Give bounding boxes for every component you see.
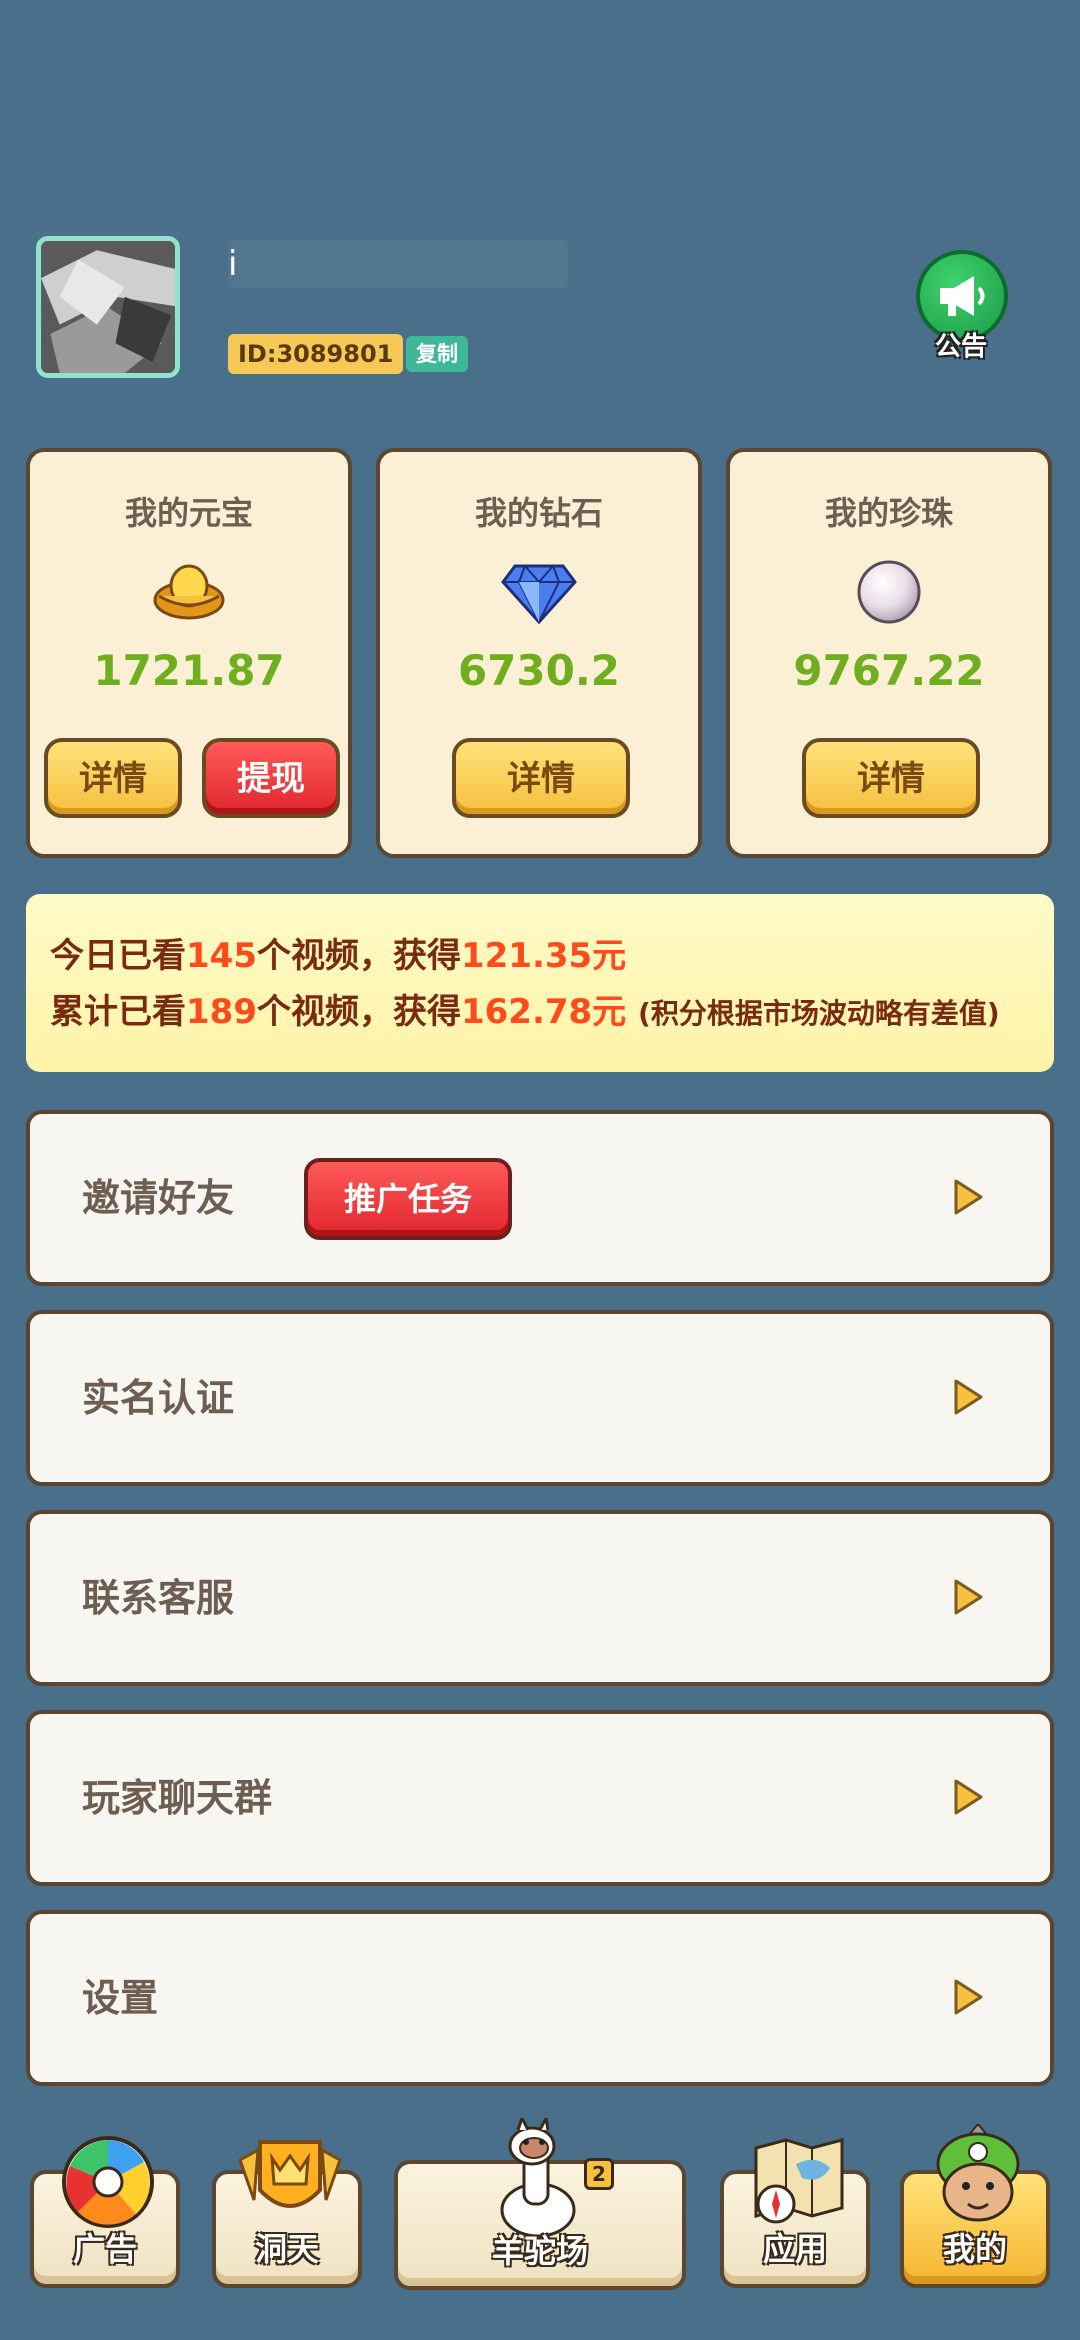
settings-label: 设置 <box>82 1976 159 2020</box>
gold-card-title: 我的元宝 <box>124 494 253 532</box>
support-label: 联系客服 <box>82 1576 235 1620</box>
nav-tab-apps[interactable]: 应用 <box>720 2138 870 2288</box>
today-stats: 今日已看145个视频，获得121.35元 <box>50 928 1054 984</box>
gold-details-button[interactable]: 详情 <box>44 738 182 818</box>
play-arrow-icon <box>954 1379 983 1415</box>
alpaca-icon <box>500 2118 576 2238</box>
diamond-card-title: 我的钻石 <box>474 494 603 532</box>
total-stats: 累计已看189个视频，获得162.78元 (积分根据市场波动略有差值) <box>50 984 1054 1042</box>
nav-label-alpaca-farm: 羊驼场 <box>491 2232 588 2270</box>
menu-player-chat-group[interactable]: 玩家聊天群 <box>26 1710 1054 1886</box>
today-prefix: 今日已看 <box>50 936 186 976</box>
today-mid: 个视频，获得 <box>256 936 461 976</box>
today-count: 145 <box>186 936 257 976</box>
diamond-icon <box>501 564 577 625</box>
user-id-badge: ID:3089801 <box>228 334 404 374</box>
today-amount: 121.35元 <box>460 936 627 976</box>
shield-crown-icon <box>238 2140 342 2208</box>
gold-amount: 1721.87 <box>93 646 285 695</box>
play-arrow-icon <box>954 1179 983 1215</box>
real-name-label: 实名认证 <box>82 1376 235 1420</box>
invite-label: 邀请好友 <box>82 1176 235 1220</box>
menu-real-name-verification[interactable]: 实名认证 <box>26 1310 1054 1486</box>
total-count: 189 <box>186 992 257 1032</box>
avatar-image <box>41 241 175 373</box>
nav-tab-dongtian[interactable]: 洞天 <box>212 2140 362 2288</box>
diamond-details-button[interactable]: 详情 <box>452 738 630 818</box>
nav-label-ads: 广告 <box>72 2230 137 2268</box>
play-arrow-icon <box>954 1779 983 1815</box>
copy-id-button[interactable]: 复制 <box>406 336 468 372</box>
play-arrow-icon <box>954 1979 983 2015</box>
pearl-icon <box>857 560 921 624</box>
notice-label: 公告 <box>934 332 987 362</box>
color-wheel-icon <box>62 2136 154 2228</box>
total-amount: 162.78元 <box>460 992 627 1032</box>
diamond-amount: 6730.2 <box>457 646 621 695</box>
alpaca-level-badge: 2 <box>584 2158 614 2190</box>
pearl-card-title: 我的珍珠 <box>824 494 953 532</box>
nav-tab-ads[interactable]: 广告 <box>30 2136 180 2288</box>
total-prefix: 累计已看 <box>50 992 186 1032</box>
nav-tab-mine[interactable]: 我的 <box>900 2124 1050 2288</box>
video-stats-banner: 今日已看145个视频，获得121.35元 累计已看189个视频，获得162.78… <box>26 894 1054 1072</box>
avatar[interactable] <box>36 236 180 378</box>
chat-group-label: 玩家聊天群 <box>82 1776 273 1820</box>
nav-label-dongtian: 洞天 <box>254 2230 319 2268</box>
nav-label-apps: 应用 <box>762 2230 827 2268</box>
notice-button[interactable]: 公告 <box>906 250 1016 362</box>
pearl-card: 我的珍珠 9767.22 详情 <box>726 448 1052 858</box>
pearl-details-button[interactable]: 详情 <box>802 738 980 818</box>
gold-card: 我的元宝 1721.87 详情 提现 <box>26 448 352 858</box>
promo-task-button[interactable]: 推广任务 <box>304 1158 512 1240</box>
total-note: (积分根据市场波动略有差值) <box>638 997 1000 1030</box>
menu-settings[interactable]: 设置 <box>26 1910 1054 2086</box>
nickname: i <box>228 240 568 288</box>
map-compass-icon <box>754 2138 844 2224</box>
nav-label-mine: 我的 <box>942 2230 1007 2268</box>
nav-tab-alpaca-farm[interactable]: 2 羊驼场 <box>394 2118 686 2290</box>
diamond-card: 我的钻石 6730.2 详情 <box>376 448 702 858</box>
menu-invite-friends[interactable]: 邀请好友 推广任务 <box>26 1110 1054 1286</box>
pearl-amount: 9767.22 <box>793 646 985 695</box>
withdraw-button[interactable]: 提现 <box>202 738 340 818</box>
total-mid: 个视频，获得 <box>256 992 461 1032</box>
menu-contact-support[interactable]: 联系客服 <box>26 1510 1054 1686</box>
play-arrow-icon <box>954 1579 983 1615</box>
gold-ingot-icon <box>153 564 225 620</box>
character-avatar-icon <box>936 2124 1020 2222</box>
